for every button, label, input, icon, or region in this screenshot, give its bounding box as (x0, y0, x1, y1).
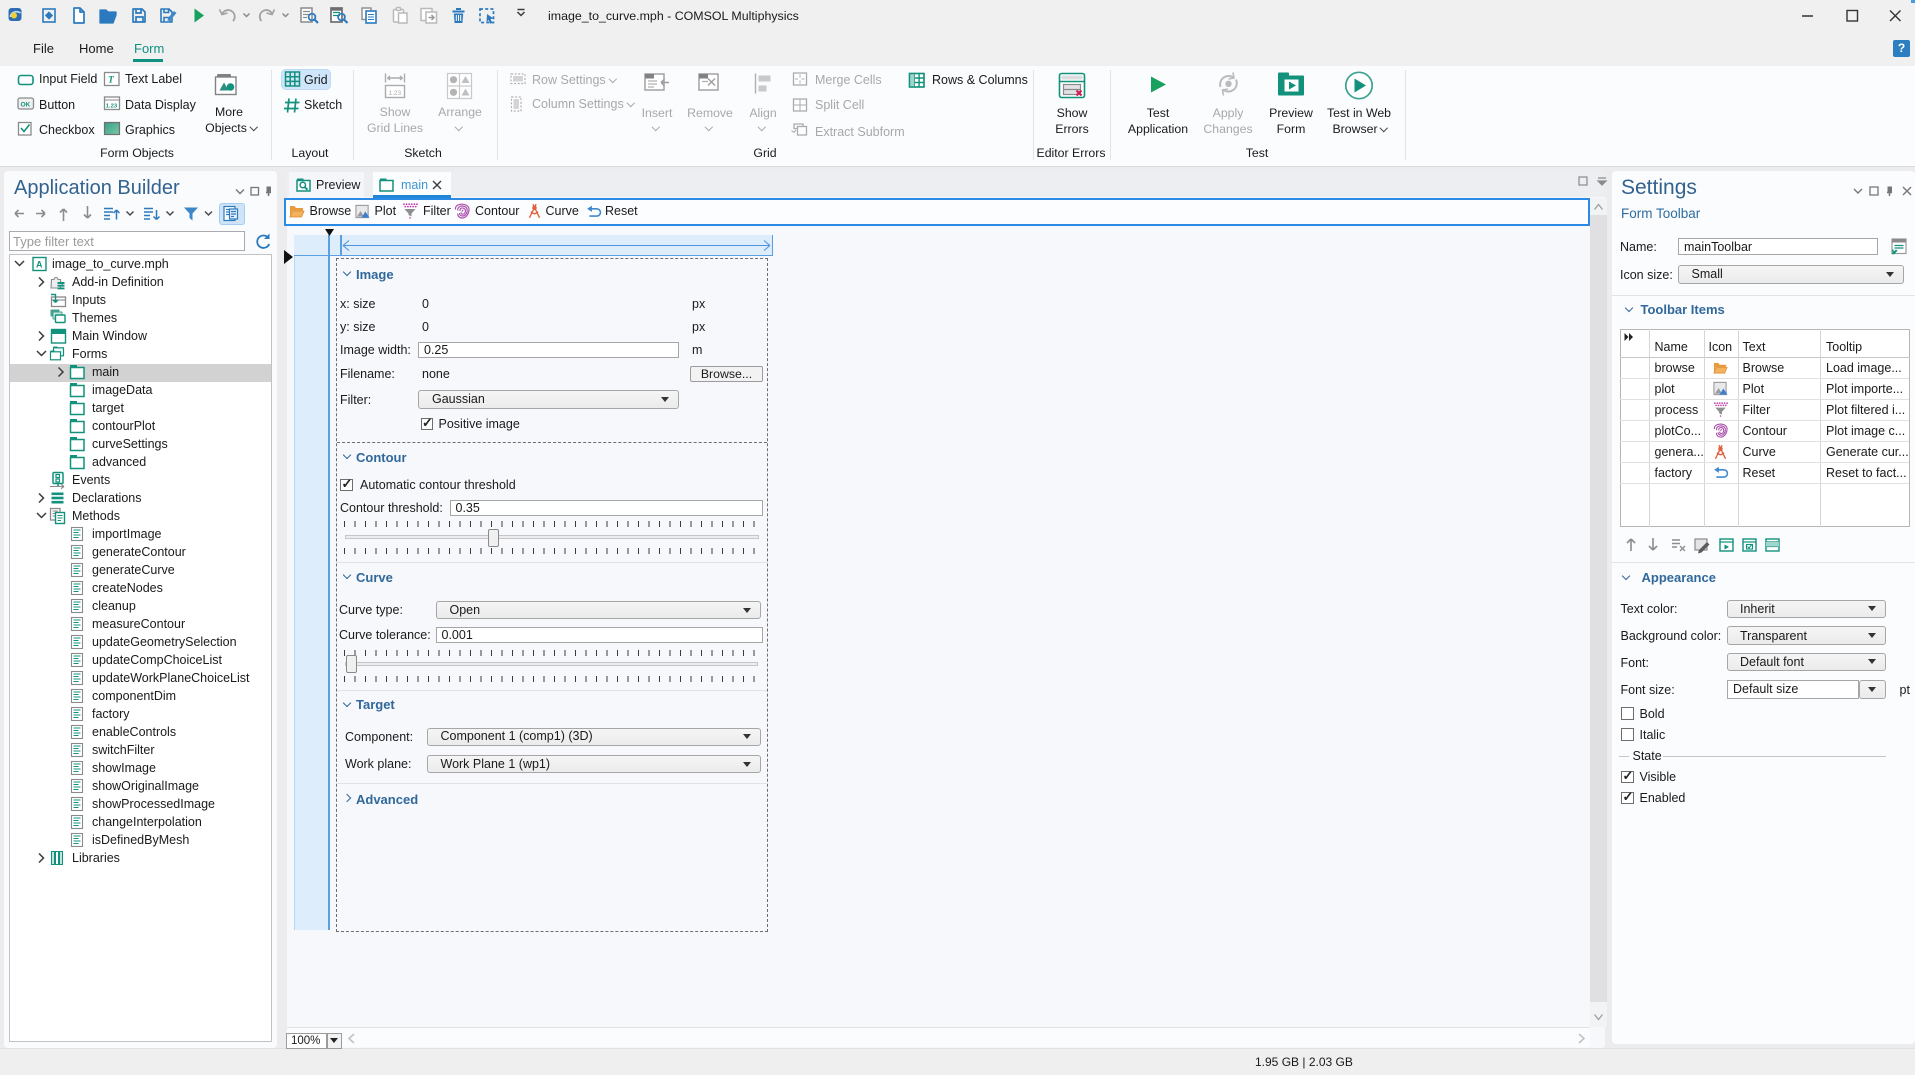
svg-text:A: A (36, 260, 43, 270)
svg-text:OK: OK (21, 102, 31, 109)
svg-text:1.23: 1.23 (106, 104, 118, 110)
svg-text:image_to_curve.mph - COMSOL Mu: image_to_curve.mph - COMSOL Multiphysics (548, 9, 799, 23)
svg-text:1.23: 1.23 (389, 90, 402, 97)
